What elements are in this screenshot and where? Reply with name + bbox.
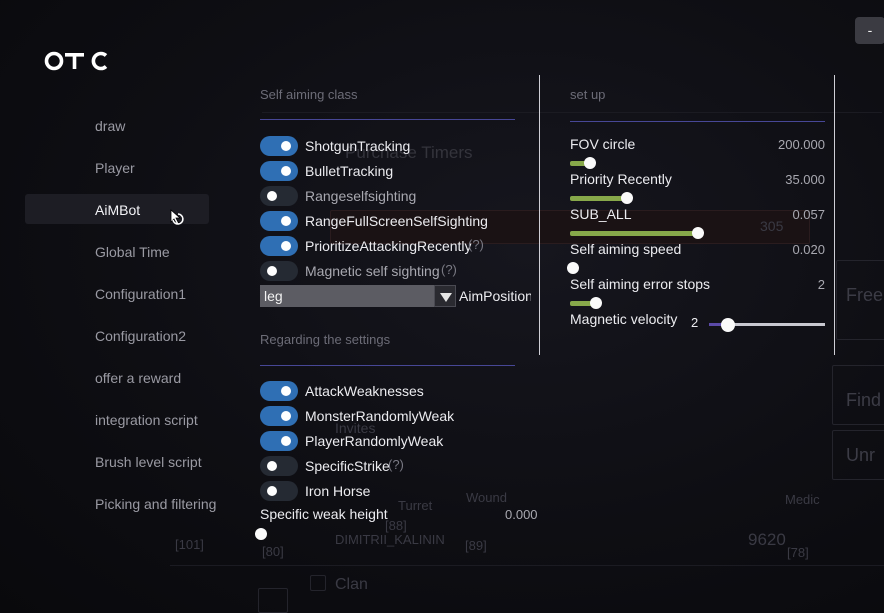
bg-n2: [80] [262, 544, 284, 559]
bg-n3: [89] [465, 538, 487, 553]
bg-clan: Clan [335, 576, 368, 593]
sidebar-item-player[interactable]: Player [95, 160, 135, 176]
magnetic-velocity-value: 2 [691, 315, 699, 330]
section-rule [260, 119, 515, 120]
fov-circle-label: FOV circle [570, 136, 636, 152]
sub-all-value: 0.057 [792, 207, 825, 222]
toggle-attack-weaknesses[interactable] [260, 381, 298, 401]
toggle-label: Rangeselfsighting [305, 188, 417, 204]
toggle-label: Magnetic self sighting [305, 263, 440, 279]
section-title-regarding: Regarding the settings [260, 332, 391, 347]
triangle-down-icon [440, 293, 452, 302]
toggle-bullet-tracking[interactable] [260, 161, 298, 181]
specific-weak-height-slider-knob[interactable] [255, 528, 267, 540]
toggle-label: RangeFullScreenSelfSighting [305, 213, 488, 229]
help-hint[interactable]: (?) [468, 237, 484, 252]
self-aiming-error-stops-label: Self aiming error stops [570, 276, 711, 292]
toggle-range-full-screen-self-sighting[interactable] [260, 211, 298, 231]
bg-find: Find [846, 390, 882, 410]
self-aiming-speed-slider-knob[interactable] [567, 262, 579, 274]
sidebar-item-global-time[interactable]: Global Time [95, 244, 170, 260]
bg-player: DIMITRII_KALININ [335, 532, 445, 547]
priority-recently-value: 35.000 [785, 172, 825, 187]
toggle-range-self-sighting[interactable] [260, 186, 298, 206]
toggle-monster-randomly-weak[interactable] [260, 406, 298, 426]
sub-all-label: SUB_ALL [570, 206, 632, 222]
sidebar-item-aimbot[interactable]: AiMBot [95, 202, 140, 218]
bg-n5: [78] [787, 545, 809, 560]
sub-all-slider-track[interactable] [570, 231, 699, 236]
busy-cursor-icon [170, 209, 184, 226]
self-aiming-speed-value: 0.020 [792, 242, 825, 257]
sidebar-item-brush-level-script[interactable]: Brush level script [95, 454, 202, 470]
sidebar-item-offer-a-reward[interactable]: offer a reward [95, 370, 181, 386]
specific-weak-height-label: Specific weak height [260, 506, 388, 522]
magnetic-velocity-slider-knob[interactable] [721, 318, 735, 332]
section-title-setup: set up [570, 87, 606, 102]
toggle-label: PrioritizeAttackingRecently [305, 238, 472, 254]
toggle-label: ShotgunTracking [305, 138, 411, 154]
self-aiming-error-stops-value: 2 [817, 277, 825, 292]
aim-position-value: leg [264, 288, 283, 304]
toggle-label: MonsterRandomlyWeak [305, 408, 455, 424]
bg-wound: Wound [466, 490, 507, 505]
sidebar-item-configuration2[interactable]: Configuration2 [95, 328, 186, 344]
sub-all-slider-knob[interactable] [692, 227, 704, 239]
bg-free: Free [846, 285, 884, 305]
help-hint[interactable]: (?) [388, 457, 404, 472]
priority-recently-slider-track[interactable] [570, 196, 627, 201]
specific-weak-height-value: 0.000 [505, 507, 538, 522]
toggle-player-randomly-weak[interactable] [260, 431, 298, 451]
section-rule [570, 121, 825, 122]
bg-turret: Turret [398, 498, 433, 513]
sidebar-item-configuration1[interactable]: Configuration1 [95, 286, 186, 302]
fov-circle-slider-knob[interactable] [584, 157, 596, 169]
bg-n1: [101] [175, 537, 204, 552]
dropdown-arrow-button[interactable] [434, 285, 456, 307]
sidebar-item-picking-and-filtering[interactable]: Picking and filtering [95, 496, 216, 512]
column-divider-right [834, 75, 835, 355]
aim-position-label: AimPosition [459, 288, 531, 304]
priority-recently-label: Priority Recently [570, 171, 672, 187]
sidebar-item-draw[interactable]: draw [95, 118, 125, 134]
toggle-magnetic-self-sighting[interactable] [260, 261, 298, 281]
aim-position-select[interactable]: leg [260, 285, 456, 307]
bg-score: 9620 [748, 530, 786, 549]
magnetic-velocity-label: Magnetic velocity [570, 311, 678, 327]
toggle-prioritize-attacking-recently[interactable] [260, 236, 298, 256]
toggle-shotgun-tracking[interactable] [260, 136, 298, 156]
self-aiming-speed-label: Self aiming speed [570, 241, 682, 257]
section-title-self-aiming: Self aiming class [260, 87, 358, 102]
column-divider-left [539, 75, 540, 355]
bg-unr: Unr [846, 445, 876, 465]
self-aiming-error-stops-slider-knob[interactable] [590, 297, 602, 309]
priority-recently-slider-knob[interactable] [621, 192, 633, 204]
help-hint[interactable]: (?) [441, 262, 457, 277]
section-rule [260, 365, 515, 366]
toggle-label: Iron Horse [305, 483, 371, 499]
toggle-specific-strike[interactable] [260, 456, 298, 476]
otc-logo [44, 51, 108, 71]
bg-number: 305 [760, 218, 784, 234]
bg-n4: [88] [385, 518, 407, 533]
sidebar-item-integration-script[interactable]: integration script [95, 412, 198, 428]
fov-circle-value: 200.000 [778, 137, 825, 152]
toggle-iron-horse[interactable] [260, 481, 298, 501]
minimize-button[interactable]: - [855, 17, 884, 44]
toggle-label: BulletTracking [305, 163, 394, 179]
toggle-label: PlayerRandomlyWeak [305, 433, 444, 449]
toggle-label: SpecificStrike [305, 458, 390, 474]
app-window: Purchase Timers 305 Free Find Unr Invite… [0, 0, 884, 613]
toggle-label: AttackWeaknesses [305, 383, 424, 399]
bg-medic: Medic [785, 492, 820, 507]
